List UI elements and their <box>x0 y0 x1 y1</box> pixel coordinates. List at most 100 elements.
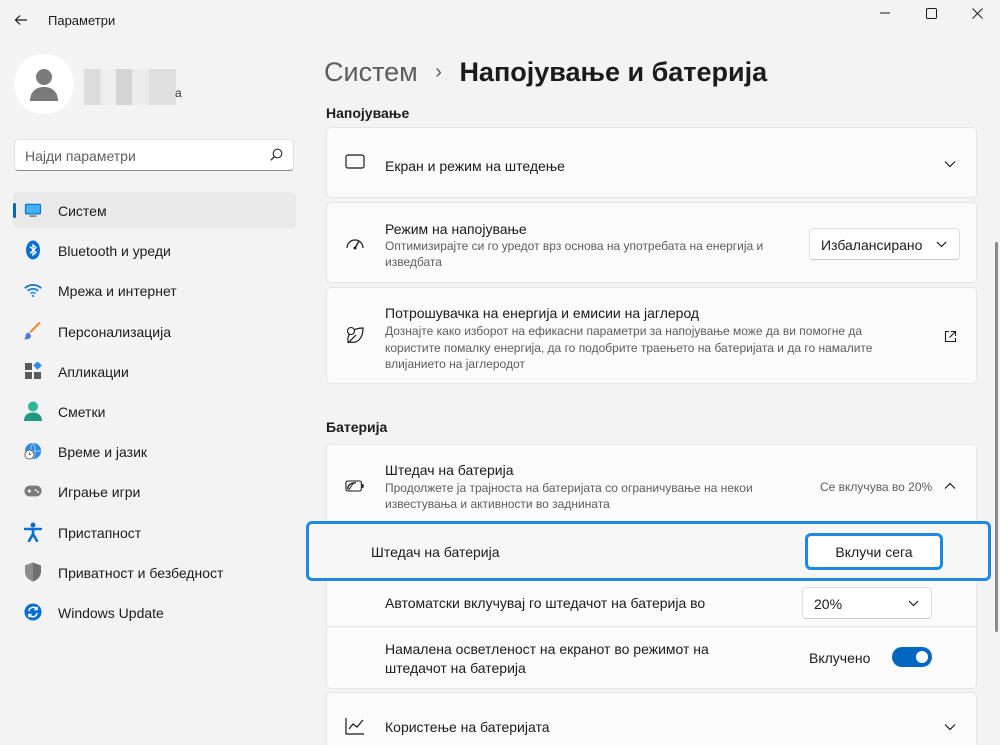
section-title-battery: Батерија <box>326 419 388 435</box>
sidebar-item-label: Пристапност <box>58 524 142 541</box>
battery-saver-status: Се вклучува во 20% <box>820 480 933 494</box>
leaf-icon <box>345 326 365 346</box>
energy-consumption-card[interactable]: Потрошувачка на енергија и емисии на јаг… <box>326 287 977 384</box>
brightness-label-2: штедачот на батерија <box>385 660 526 676</box>
account-icon <box>24 401 42 421</box>
sidebar-item-personalization[interactable]: Персонализација <box>13 313 296 349</box>
close-button[interactable] <box>954 0 1000 26</box>
battery-saver-desc: Продолжете ја трајноста на батеријата со… <box>385 481 753 495</box>
sidebar-item-label: Windows Update <box>58 604 164 621</box>
sidebar-item-bluetooth[interactable]: Bluetooth и уреди <box>13 232 296 268</box>
power-mode-desc-2: изведбата <box>385 255 442 269</box>
sidebar-item-windows-update[interactable]: Windows Update <box>13 594 296 630</box>
app-title: Параметри <box>48 13 116 28</box>
energy-consumption-desc-2: користите помалку енергија, да го подобр… <box>385 341 873 355</box>
sidebar-item-privacy[interactable]: Приватност и безбедност <box>13 554 296 590</box>
power-mode-icon <box>345 233 365 253</box>
chevron-down-icon <box>936 241 947 248</box>
person-icon <box>30 69 58 101</box>
battery-saver-icon <box>345 476 365 496</box>
auto-on-label: Автоматски вклучувај го штедачот на бате… <box>385 595 706 611</box>
auto-on-value: 20% <box>814 596 843 612</box>
chevron-down-icon <box>908 600 919 607</box>
battery-saver-desc-2: известувања и активности во заднината <box>385 497 610 511</box>
battery-usage-title: Користење на батеријата <box>385 719 550 735</box>
power-mode-dropdown[interactable]: Избалансирано <box>809 228 960 260</box>
auto-on-dropdown[interactable]: 20% <box>802 587 932 619</box>
apps-icon <box>24 361 42 380</box>
profile-name-tail: а <box>175 86 182 100</box>
auto-on-row: Автоматски вклучувај го штедачот на бате… <box>326 580 977 627</box>
sidebar-item-label: Bluetooth и уреди <box>58 243 171 260</box>
energy-consumption-desc: Дознајте како изборот на ефикасни параме… <box>385 324 863 338</box>
bluetooth-icon <box>24 240 42 260</box>
brightness-row: Намалена осветленост на екранот во режим… <box>326 627 977 689</box>
sidebar-item-system[interactable]: Систем <box>13 192 296 228</box>
sidebar-item-label: Играње игри <box>58 484 141 501</box>
title-bar: Параметри <box>0 0 1000 40</box>
battery-usage-card[interactable]: Користење на батеријата <box>326 692 977 745</box>
maximize-icon <box>925 7 937 19</box>
search-placeholder: Најди параметри <box>25 148 136 164</box>
user-profile[interactable]: а <box>14 54 182 114</box>
maximize-button[interactable] <box>908 0 954 26</box>
chevron-up-icon <box>942 478 958 494</box>
back-arrow-icon <box>14 15 27 25</box>
sidebar-item-time-language[interactable]: Време и јазик <box>13 433 296 469</box>
section-title-power: Напојување <box>326 105 410 121</box>
turn-on-now-button[interactable]: Вклучи сега <box>805 533 943 570</box>
search-input[interactable]: Најди параметри <box>14 139 294 171</box>
shield-icon <box>24 562 42 582</box>
back-button[interactable] <box>10 9 32 31</box>
breadcrumb-parent[interactable]: Систем <box>324 57 418 87</box>
battery-saver-row-label: Штедач на батерија <box>371 544 500 560</box>
power-mode-card: Режим на напојување Оптимизирајте си го … <box>326 202 977 283</box>
battery-saver-row-highlight: Штедач на батерија Вклучи сега <box>306 521 991 581</box>
gamepad-icon <box>24 482 42 500</box>
active-indicator <box>13 203 16 218</box>
battery-saver-card[interactable]: Штедач на батерија Продолжете ја трајнос… <box>326 444 977 526</box>
power-mode-title: Режим на напојување <box>385 221 527 237</box>
power-mode-value: Избалансирано <box>821 237 923 253</box>
sidebar-item-accessibility[interactable]: Пристапност <box>13 514 296 550</box>
screen-sleep-icon <box>345 153 365 173</box>
update-icon <box>24 603 42 621</box>
sidebar-item-label: Приватност и безбедност <box>58 564 224 581</box>
sidebar-item-label: Мрежа и интернет <box>58 283 177 300</box>
power-mode-desc: Оптимизирајте си го уредот врз основа на… <box>385 239 764 253</box>
chart-icon <box>345 716 365 736</box>
sidebar-item-label: Сметки <box>58 403 106 420</box>
sidebar-item-network[interactable]: Мрежа и интернет <box>13 272 296 308</box>
energy-consumption-desc-3: влијанието на јаглеродот <box>385 357 525 371</box>
brush-icon <box>24 321 42 340</box>
system-icon <box>24 201 42 219</box>
wifi-icon <box>24 281 42 299</box>
chevron-down-icon <box>942 156 958 172</box>
accessibility-icon <box>24 522 42 542</box>
sidebar-item-label: Време и јазик <box>58 444 148 461</box>
sidebar-item-gaming[interactable]: Играње игри <box>13 473 296 509</box>
open-external-icon <box>942 328 958 344</box>
screen-sleep-title: Екран и режим на штедење <box>385 158 565 174</box>
battery-saver-title: Штедач на батерија <box>385 462 514 478</box>
chevron-down-icon <box>942 719 958 735</box>
avatar <box>14 54 74 114</box>
sidebar-nav: Систем Bluetooth и уреди Мрежа и интерне… <box>13 192 296 634</box>
breadcrumb-separator: › <box>435 61 442 83</box>
sidebar-item-label: Систем <box>58 203 107 219</box>
sidebar-item-accounts[interactable]: Сметки <box>13 393 296 429</box>
toggle-knob <box>916 651 928 663</box>
minimize-icon <box>880 12 890 14</box>
globe-clock-icon <box>24 442 42 460</box>
breadcrumb: Систем › Напојување и батерија <box>324 57 767 88</box>
minimize-button[interactable] <box>862 0 908 26</box>
brightness-state: Вклучено <box>809 650 871 666</box>
sidebar-item-apps[interactable]: Апликации <box>13 353 296 389</box>
sidebar-item-label: Персонализација <box>58 323 172 340</box>
search-icon <box>270 148 283 161</box>
screen-sleep-card[interactable]: Екран и режим на штедење <box>326 127 977 198</box>
brightness-toggle[interactable] <box>892 647 932 667</box>
brightness-label: Намалена осветленост на екранот во режим… <box>385 641 709 657</box>
sidebar-item-label: Апликации <box>58 363 129 380</box>
scrollbar[interactable] <box>995 242 998 632</box>
